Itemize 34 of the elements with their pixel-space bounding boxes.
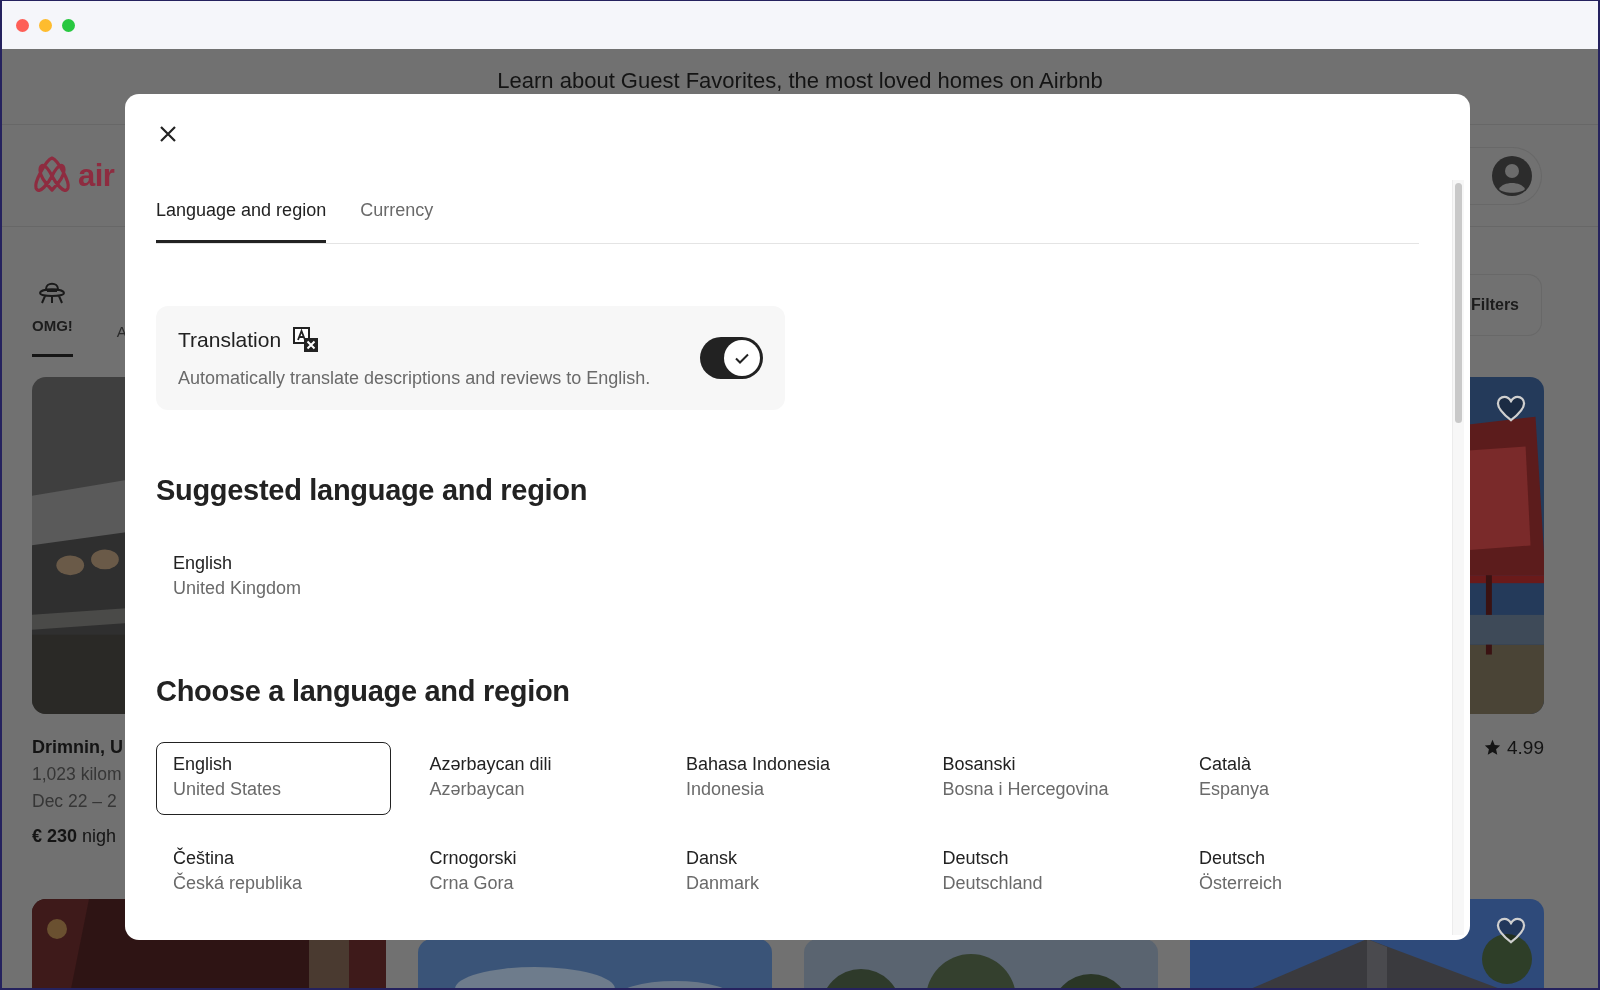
- language-option[interactable]: Català Espanya: [1182, 742, 1417, 815]
- close-window-button[interactable]: [16, 18, 29, 32]
- language-option[interactable]: Bosanski Bosna i Hercegovina: [925, 742, 1161, 815]
- language-option[interactable]: Bahasa Indonesia Indonesia: [669, 742, 904, 815]
- section-heading: Choose a language and region: [156, 675, 571, 708]
- avatar-icon: [1491, 154, 1533, 197]
- language-option[interactable]: English United States: [156, 742, 391, 815]
- listing-dates: Dec 22 – 2: [32, 790, 117, 813]
- tab[interactable]: Currency: [360, 200, 434, 243]
- translate-icon: [293, 327, 320, 353]
- translation-description: Automatically translate descriptions and reviews to English.: [178, 368, 651, 389]
- language-option[interactable]: Deutsch Österreich: [1182, 836, 1417, 909]
- toggle-switch[interactable]: [700, 337, 763, 379]
- close-icon: [158, 124, 178, 144]
- heart-icon[interactable]: [1496, 395, 1526, 423]
- heart-icon[interactable]: [1496, 917, 1526, 945]
- section-heading: Suggested language and region: [156, 474, 589, 507]
- language-option[interactable]: Dansk Danmark: [669, 836, 904, 909]
- language-option[interactable]: Azərbaycan dili Azərbaycan: [412, 742, 648, 815]
- language-option[interactable]: English United Kingdom: [156, 541, 391, 614]
- profile-menu-button[interactable]: [1468, 146, 1542, 205]
- listing-distance: 1,023 kilom: [32, 763, 122, 786]
- translation-title: Translation: [178, 328, 282, 352]
- listing-price: € 230 nigh: [32, 825, 117, 848]
- announcement-banner-text[interactable]: Learn about Guest Favorites, the most loved homes on Airbnb: [497, 69, 1103, 93]
- scrollbar[interactable]: [1452, 180, 1464, 935]
- listing-rating: 4.99: [1507, 736, 1544, 760]
- tab[interactable]: Language and region: [156, 200, 327, 243]
- language-option[interactable]: Deutsch Deutschland: [925, 836, 1161, 909]
- listing-title: Drimnin, U: [32, 736, 123, 759]
- star-icon: [1484, 739, 1501, 756]
- check-icon: [735, 352, 749, 364]
- language-option[interactable]: Čeština Česká republika: [156, 836, 391, 909]
- language-option[interactable]: Crnogorski Crna Gora: [412, 836, 648, 909]
